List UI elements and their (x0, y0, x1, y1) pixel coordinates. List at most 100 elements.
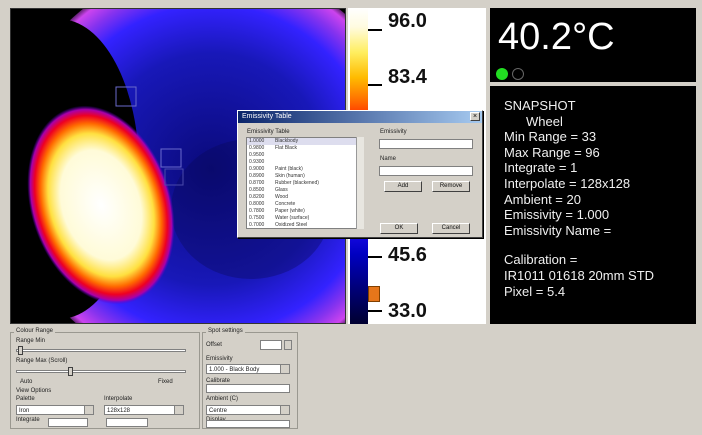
range-max-thumb[interactable] (68, 367, 73, 376)
snapshot-info-panel: SNAPSHOT Wheel Min Range = 33 Max Range … (490, 86, 696, 324)
palette-value: Iron (19, 408, 30, 414)
info-pixel: Pixel = 5.4 (504, 283, 566, 299)
dialog-emissivity-label: Emissivity (380, 129, 407, 135)
display-field[interactable] (206, 420, 290, 428)
chevron-down-icon[interactable] (84, 406, 93, 414)
emissivity-input[interactable] (379, 139, 473, 149)
emissivity-item-name: Glass (275, 187, 288, 193)
scale-tick (368, 84, 382, 86)
emissivity-list-item[interactable]: 0.8000 Concrete (247, 201, 363, 208)
range-min-slider[interactable] (16, 349, 186, 352)
emissivity-list-item[interactable]: 0.7000 Oxidized Steel (247, 222, 363, 228)
emissivity-item-value: 1.0000 (249, 138, 265, 144)
chevron-down-icon[interactable] (174, 406, 183, 414)
palette-combo[interactable]: Iron (16, 405, 94, 415)
emissivity-item-name: Paint (black) (275, 166, 303, 172)
integrate-field-2[interactable] (106, 418, 148, 427)
emissivity-item-value: 0.9500 (249, 152, 265, 158)
emissivity-list-item[interactable]: 0.9000 Paint (black) (247, 166, 363, 173)
scale-marker-handle[interactable] (368, 286, 380, 302)
remove-button[interactable]: Remove (432, 181, 470, 192)
emissivity-item-name: Water (surface) (275, 215, 310, 221)
info-min-range: Min Range = 33 (504, 129, 597, 145)
auto-label[interactable]: Auto (20, 379, 32, 385)
ok-button[interactable]: OK (380, 223, 418, 234)
temperature-value: 40.2°C (498, 16, 615, 58)
spot-settings-label: Spot settings (206, 328, 245, 334)
emissivity-list-item[interactable]: 0.9500 (247, 152, 363, 159)
emissivity-item-name: Wood (275, 194, 288, 200)
info-ambient: Ambient = 20 (504, 191, 581, 207)
emissivity-dialog: Emissivity Table × Emissivity Table 1.00… (237, 110, 483, 238)
status-led-off (512, 68, 524, 80)
scale-label-min: 33.0 (388, 300, 427, 322)
offset-spinner[interactable] (284, 340, 292, 350)
offset-input[interactable] (260, 340, 282, 350)
emissivity-item-value: 0.9000 (249, 166, 265, 172)
emissivity-item-value: 0.9300 (249, 159, 265, 165)
scale-tick (368, 310, 382, 312)
palette-label: Palette (16, 396, 35, 402)
emissivity-list-item[interactable]: 0.7800 Paper (white) (247, 208, 363, 215)
add-button[interactable]: Add (384, 181, 422, 192)
spot-combo[interactable]: Centre (206, 405, 290, 415)
interpolate-combo[interactable]: 128x128 (104, 405, 184, 415)
info-max-range: Max Range = 96 (504, 144, 600, 160)
temperature-readout-panel: 40.2°C (490, 8, 696, 82)
emissivity-item-value: 0.8900 (249, 173, 265, 179)
calibrate-field[interactable] (206, 384, 290, 393)
emissivity-item-name (275, 159, 363, 166)
dialog-title-bar[interactable]: Emissivity Table × (238, 111, 482, 123)
range-min-thumb[interactable] (18, 346, 23, 355)
emissivity-list-item[interactable]: 0.9800 Flat Black (247, 145, 363, 152)
emissivity-item-value: 0.7500 (249, 215, 265, 221)
scale-label-lower: 45.6 (388, 244, 427, 266)
emissivity-list-item[interactable]: 0.8900 Skin (human) (247, 173, 363, 180)
scale-tick (368, 256, 382, 258)
emissivity-list-item[interactable]: 1.0000 Blackbody (247, 138, 363, 145)
range-max-slider[interactable] (16, 370, 186, 373)
emissivity-item-name: Blackbody (275, 138, 299, 144)
integrate-field[interactable] (48, 418, 88, 427)
emissivity-combo-value: 1.000 - Black Body (209, 367, 260, 373)
emissivity-item-name: Concrete (275, 201, 296, 207)
emissivity-item-value: 0.8200 (249, 194, 265, 200)
emissivity-control-label: Emissivity (206, 356, 233, 362)
view-options-label: View Options (16, 388, 52, 394)
cancel-button[interactable]: Cancel (432, 223, 470, 234)
scale-tick (368, 29, 382, 31)
info-name: Wheel (526, 113, 563, 129)
info-interpolate: Interpolate = 128x128 (504, 175, 631, 191)
chevron-down-icon[interactable] (280, 406, 289, 414)
dialog-name-label: Name (380, 156, 397, 162)
fixed-label[interactable]: Fixed (158, 379, 173, 385)
info-emissivity-name: Emissivity Name = (504, 222, 612, 238)
emissivity-list-scrollbar[interactable] (356, 137, 364, 229)
emissivity-item-name: Rubber (blackened) (275, 180, 319, 186)
emissivity-list-item[interactable]: 0.8500 Glass (247, 187, 363, 194)
emissivity-combo[interactable]: 1.000 - Black Body (206, 364, 290, 374)
range-min-label: Range Min (16, 338, 46, 344)
name-input[interactable] (379, 166, 473, 176)
emissivity-list-item[interactable]: 0.8700 Rubber (blackened) (247, 180, 363, 187)
control-panel: Colour Range Range Min Range Max (Scroll… (8, 326, 694, 431)
info-mode: SNAPSHOT (504, 98, 576, 113)
colour-range-label: Colour Range (14, 328, 56, 334)
ambient-label: Ambient (C) (206, 396, 239, 402)
integrate-label: Integrate (16, 417, 40, 423)
emissivity-list-item[interactable]: 0.8200 Wood (247, 194, 363, 201)
range-max-label: Range Max (Scroll) (16, 358, 68, 364)
thermal-camera-app: 96.0 83.4 45.6 33.0 40.2°C SNAPSHOT Whee… (0, 0, 702, 435)
spot-combo-value: Centre (209, 408, 228, 414)
dialog-close-button[interactable]: × (470, 112, 480, 121)
emissivity-list[interactable]: 1.0000 Blackbody 0.9800 Flat Black 0.9500 0.9… (246, 137, 364, 229)
emissivity-list-item[interactable]: 0.9300 (247, 159, 363, 166)
emissivity-list-item[interactable]: 0.7500 Water (surface) (247, 215, 363, 222)
chevron-down-icon[interactable] (280, 365, 289, 373)
info-calibration-value: IR1011 01618 20mm STD (504, 267, 655, 283)
emissivity-item-name: Skin (human) (275, 173, 305, 179)
emissivity-item-value: 0.7800 (249, 208, 265, 214)
scale-label-upper: 83.4 (388, 66, 427, 88)
offset-label: Offset (206, 342, 222, 348)
